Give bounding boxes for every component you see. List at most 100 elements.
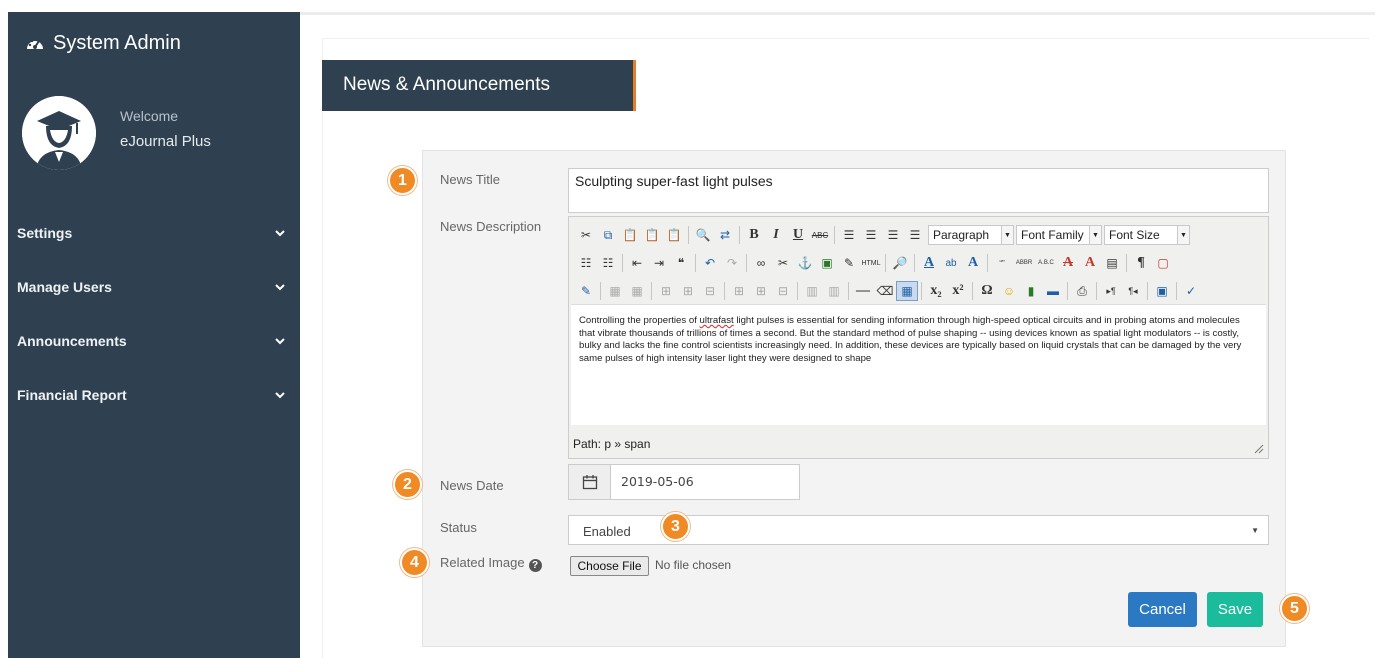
underline-icon[interactable]: U [787,225,809,245]
special-char-icon[interactable]: Ω [976,281,998,301]
brand[interactable]: System Admin [25,32,181,55]
username: eJournal Plus [120,133,211,150]
italic-icon[interactable]: I [765,225,787,245]
sidebar-item-manage-users[interactable]: Manage Users [8,260,300,314]
align-justify-icon[interactable]: ☰ [904,225,926,245]
insert-row-after-icon[interactable]: ⊞ [677,281,699,301]
font-size-select[interactable]: Font Size ▼ [1104,225,1190,245]
abbr-icon[interactable]: ABBR [1013,253,1035,273]
quote-icon[interactable]: “” [991,253,1013,273]
toolbar-separator [1126,254,1127,272]
split-cells-icon[interactable]: ▥ [801,281,823,301]
dropdown-arrow-icon: ▼ [1001,226,1013,244]
insertion-icon[interactable]: A [1079,253,1101,273]
media-icon[interactable]: ▮ [1020,281,1042,301]
fullscreen-icon[interactable]: ▣ [1151,281,1173,301]
paste-text-icon[interactable]: 📋 [641,225,663,245]
insert-row-before-icon[interactable]: ⊞ [655,281,677,301]
text-color-icon[interactable]: A [918,253,940,273]
align-right-icon[interactable]: ☰ [882,225,904,245]
table-cell-props-icon[interactable]: ▦ [626,281,648,301]
rtl-icon[interactable]: ¶◂ [1122,281,1144,301]
deletion-icon[interactable]: A [1057,253,1079,273]
toolbar-separator [1147,282,1148,300]
bullet-list-icon[interactable]: ☷ [575,253,597,273]
undo-icon[interactable]: ↶ [699,253,721,273]
sidebar-item-label: Settings [17,225,73,241]
unlink-icon[interactable]: ✂ [772,253,794,273]
sidebar-item-announcements[interactable]: Announcements [8,314,300,368]
subscript-icon[interactable]: x₂ [925,281,947,301]
acronym-icon[interactable]: A.B.C [1035,253,1057,273]
toolbar-separator [987,254,988,272]
edit-icon[interactable]: ✎ [575,281,597,301]
preview-icon[interactable]: 🔎 [889,253,911,273]
toolbar-separator [914,254,915,272]
spellcheck-icon[interactable]: ✓ [1180,281,1202,301]
style-icon[interactable]: A [962,253,984,273]
replace-icon[interactable]: ⇄ [714,225,736,245]
format-select[interactable]: Paragraph ▼ [928,225,1014,245]
toolbar-separator [921,282,922,300]
insert-col-before-icon[interactable]: ⊞ [728,281,750,301]
table-row-props-icon[interactable]: ▦ [604,281,626,301]
insert-col-after-icon[interactable]: ⊞ [750,281,772,301]
news-date-input[interactable]: 2019-05-06 [611,465,694,499]
image-icon[interactable]: ▣ [816,253,838,273]
indent-icon[interactable]: ⇥ [648,253,670,273]
font-family-select[interactable]: Font Family ▼ [1016,225,1102,245]
strikethrough-icon[interactable]: ABC [809,225,831,245]
outdent-icon[interactable]: ⇤ [626,253,648,273]
link-icon[interactable]: ∞ [750,253,772,273]
toolbar-separator [885,254,886,272]
merge-cells-icon[interactable]: ▥ [823,281,845,301]
choose-file-button[interactable]: Choose File [570,556,649,576]
question-circle-icon[interactable]: ? [528,559,542,572]
sidebar-item-label: Manage Users [17,279,112,295]
sidebar-item-financial-report[interactable]: Financial Report [8,368,300,422]
save-button[interactable]: Save [1207,592,1263,627]
editor-content[interactable]: Controlling the properties of ultrafast … [571,304,1266,425]
calendar-icon[interactable] [569,465,611,499]
delete-row-icon[interactable]: ⊟ [699,281,721,301]
copy-icon[interactable]: ⧉ [597,225,619,245]
toolbar-separator [746,254,747,272]
numbered-list-icon[interactable]: ☷ [597,253,619,273]
related-image-label-row: Related Image? [440,555,542,572]
paragraph-mark-icon[interactable]: ¶ [1130,253,1152,273]
highlight-color-icon[interactable]: ab [940,253,962,273]
news-date-field[interactable]: 2019-05-06 [568,464,800,500]
news-description-label: News Description [440,219,542,234]
anchor-icon[interactable]: ⚓ [794,253,816,273]
format-select-value: Paragraph [933,228,990,242]
emoticon-icon[interactable]: ☺ [998,281,1020,301]
delete-col-icon[interactable]: ⊟ [772,281,794,301]
news-title-input[interactable]: Sculpting super-fast light pulses [568,168,1269,213]
cancel-button[interactable]: Cancel [1128,592,1197,627]
superscript-icon[interactable]: x² [947,281,969,301]
paste-word-icon[interactable]: 📋 [663,225,685,245]
horizontal-rule-icon[interactable]: — [852,281,874,301]
editor-path-bar: Path: p » span [571,427,1266,457]
remove-format-icon[interactable]: ⌫ [874,281,896,301]
cleanup-icon[interactable]: ✎ [838,253,860,273]
html-source-icon[interactable]: HTML [860,253,882,273]
blockquote-icon[interactable]: ❝ [670,253,692,273]
horizontal-line-icon[interactable]: ▬ [1042,281,1064,301]
visual-aid-icon[interactable]: ▦ [896,281,918,301]
align-left-icon[interactable]: ☰ [838,225,860,245]
sidebar-item-settings[interactable]: Settings [8,206,300,260]
resize-handle-icon[interactable] [1254,444,1264,454]
nonbreaking-space-icon[interactable]: ▢ [1152,253,1174,273]
paste-icon[interactable]: 📋 [619,225,641,245]
bold-icon[interactable]: B [743,225,765,245]
align-center-icon[interactable]: ☰ [860,225,882,245]
ltr-icon[interactable]: ▸¶ [1100,281,1122,301]
find-icon[interactable]: 🔍 [692,225,714,245]
print-icon[interactable]: ⎙ [1071,281,1093,301]
attributes-icon[interactable]: ▤ [1101,253,1123,273]
redo-icon[interactable]: ↷ [721,253,743,273]
page-title: News & Announcements [322,60,636,111]
sidebar-item-label: Announcements [17,333,127,349]
cut-icon[interactable]: ✂ [575,225,597,245]
